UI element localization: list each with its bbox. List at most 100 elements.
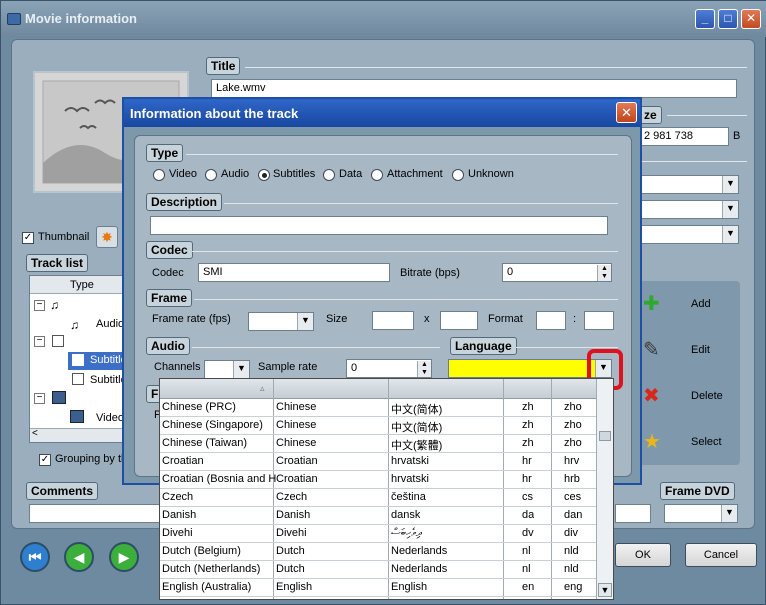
collapse-icon[interactable]: − xyxy=(34,393,45,404)
delete-button[interactable]: ✖ Delete xyxy=(637,373,740,419)
size-unit: B xyxy=(733,130,741,142)
title-field[interactable]: Lake.wmv xyxy=(211,79,737,98)
chevron-left-icon[interactable]: < xyxy=(32,428,38,439)
scroll-thumb[interactable] xyxy=(599,431,611,441)
language-base-cell: Divehi xyxy=(276,527,307,539)
language-row[interactable]: Dutch (Belgium) Dutch Nederlands nl nld xyxy=(160,543,596,561)
edit-button[interactable]: ✎ Edit xyxy=(637,327,740,373)
bitrate-field[interactable]: 0 xyxy=(502,263,612,282)
chevron-down-icon[interactable]: ▼ xyxy=(233,361,249,378)
bitrate-spinner[interactable]: ▲ ▼ xyxy=(597,265,611,281)
thumbnail-capture-icon[interactable]: ✸ xyxy=(96,226,118,248)
language-row[interactable]: Danish Danish dansk da dan xyxy=(160,507,596,525)
language-dropdown-list[interactable]: ▵ Chinese (PRC) Chinese 中文(简体) zh zho Chinese… xyxy=(159,378,614,600)
language-name-cell: Chinese (PRC) xyxy=(162,401,236,413)
language-name-cell: Chinese (Taiwan) xyxy=(162,437,247,449)
dialog-title-bar: Information about the track ✕ xyxy=(124,99,640,127)
iso3-cell: ces xyxy=(564,491,582,503)
dialog-title: Information about the track xyxy=(130,106,299,121)
codec-field[interactable]: SMI xyxy=(198,263,390,282)
native-name-cell: English xyxy=(391,581,428,593)
collapse-icon[interactable]: − xyxy=(34,336,45,347)
video-icon xyxy=(70,410,84,423)
native-name-cell: hrvatski xyxy=(391,455,429,467)
sample-rate-spinner[interactable]: ▲ ▼ xyxy=(417,361,431,377)
language-name-cell: Czech xyxy=(162,491,194,503)
audio-group-icon: ♫ xyxy=(50,298,59,312)
height-field[interactable] xyxy=(440,311,478,330)
radio-video[interactable] xyxy=(153,169,165,181)
radio-audio[interactable] xyxy=(205,169,217,181)
radio-subtitles[interactable] xyxy=(258,169,270,181)
native-name-cell: Nederlands xyxy=(391,545,448,557)
app-icon xyxy=(7,13,21,25)
radio-unknown[interactable] xyxy=(452,169,464,181)
chevron-down-icon[interactable]: ▼ xyxy=(297,313,313,330)
language-base-cell: Chinese xyxy=(276,437,317,449)
divider xyxy=(245,67,747,68)
width-field[interactable] xyxy=(372,311,414,330)
minimize-button[interactable]: _ xyxy=(695,9,715,29)
language-row[interactable]: Croatian (Bosnia and H Croatian hrvatski hr… xyxy=(160,471,596,489)
radio-data[interactable] xyxy=(323,169,335,181)
divider xyxy=(641,161,747,162)
iso3-cell: zho xyxy=(564,437,582,449)
select-button[interactable]: ★ Select xyxy=(637,419,740,465)
subtitle-group-icon xyxy=(52,335,64,347)
language-row[interactable]: Chinese (Singapore) Chinese 中文(简体) zh zho xyxy=(160,417,596,435)
frame-dvd-label: Frame DVD xyxy=(660,482,735,500)
language-row[interactable]: Croatian Croatian hrvatski hr hrv xyxy=(160,453,596,471)
frame-rate-label: Frame rate (fps) xyxy=(152,313,231,325)
dialog-close-button[interactable]: ✕ xyxy=(616,102,637,123)
delete-icon: ✖ xyxy=(643,385,660,407)
next-button[interactable]: ▶ xyxy=(109,542,139,572)
iso3-cell: nld xyxy=(564,545,579,557)
track-item[interactable]: Video xyxy=(96,412,124,424)
language-row[interactable]: English (Australia) English English en eng xyxy=(160,579,596,597)
add-button[interactable]: ✚ Add xyxy=(637,281,740,327)
maximize-button[interactable]: □ xyxy=(718,9,738,29)
radio-data-label: Data xyxy=(339,168,363,180)
colon-separator: : xyxy=(573,313,577,325)
language-row[interactable]: Divehi Divehi ދިވެހިބަސް dv div xyxy=(160,525,596,543)
edit-icon: ✎ xyxy=(643,339,660,361)
language-row[interactable]: Czech Czech čeština cs ces xyxy=(160,489,596,507)
comments-field-right[interactable] xyxy=(615,504,651,523)
tracklist-label: Track list xyxy=(26,254,89,272)
divider xyxy=(224,203,618,204)
type-label: Type xyxy=(146,144,184,162)
thumbnail-checkbox[interactable]: ✓ xyxy=(22,232,34,244)
chevron-down-icon[interactable]: ▼ xyxy=(721,505,737,522)
format-field-2[interactable] xyxy=(584,311,614,330)
description-field[interactable] xyxy=(150,216,608,235)
chevron-down-icon[interactable]: ▼ xyxy=(722,176,738,193)
chevron-down-icon[interactable]: ▼ xyxy=(722,226,738,243)
language-row[interactable]: Chinese (PRC) Chinese 中文(简体) zh zho xyxy=(160,399,596,417)
radio-attachment[interactable] xyxy=(371,169,383,181)
grouping-checkbox[interactable]: ✓ xyxy=(39,454,51,466)
ok-button[interactable]: OK xyxy=(615,543,671,567)
size-field[interactable]: 2 981 738 xyxy=(639,127,729,146)
sort-icon: ▵ xyxy=(260,383,265,393)
radio-unknown-label: Unknown xyxy=(468,168,514,180)
format-field-1[interactable] xyxy=(536,311,566,330)
track-item[interactable]: Audio xyxy=(96,318,124,330)
language-row[interactable]: Chinese (Taiwan) Chinese 中文(繁體) zh zho xyxy=(160,435,596,453)
vertical-scrollbar[interactable]: ▼ xyxy=(596,379,613,599)
native-name-cell: Nederlands xyxy=(391,563,448,575)
size-label: ze xyxy=(639,106,662,124)
first-record-button[interactable]: ⏮ xyxy=(20,542,50,572)
previous-button[interactable]: ◀ xyxy=(64,542,94,572)
iso2-cell: zh xyxy=(522,437,534,449)
collapse-icon[interactable]: − xyxy=(34,300,45,311)
chevron-down-icon[interactable]: ▼ xyxy=(722,201,738,218)
comments-field[interactable] xyxy=(29,504,163,523)
chevron-down-icon[interactable]: ▼ xyxy=(598,583,612,597)
close-button[interactable]: ✕ xyxy=(741,9,761,29)
iso3-cell: div xyxy=(564,527,579,539)
divider xyxy=(516,347,618,348)
cancel-button[interactable]: Cancel xyxy=(685,543,757,567)
iso3-cell: eng xyxy=(564,581,583,593)
x-separator: x xyxy=(424,313,430,325)
language-row[interactable]: Dutch (Netherlands) Dutch Nederlands nl nld xyxy=(160,561,596,579)
